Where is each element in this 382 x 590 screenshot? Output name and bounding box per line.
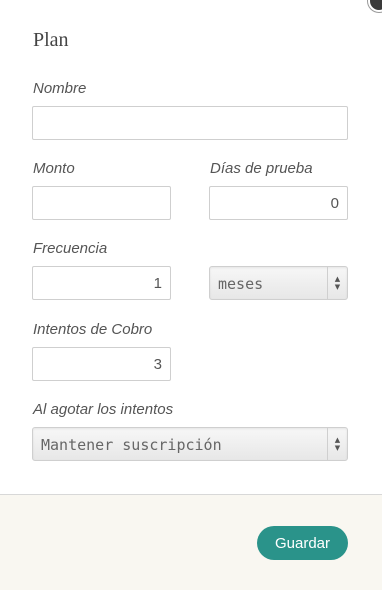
al-agotar-label: Al agotar los intentos	[33, 401, 174, 418]
al-agotar-value: Mantener suscripción	[41, 436, 222, 454]
frecuencia-input[interactable]	[32, 266, 171, 300]
nombre-input[interactable]	[32, 106, 348, 140]
save-button[interactable]: Guardar	[257, 526, 348, 560]
nombre-label: Nombre	[33, 80, 87, 97]
monto-label: Monto	[33, 160, 75, 177]
modal-title: Plan	[33, 29, 69, 51]
plan-modal: Plan Nombre Monto Días de prueba Frecuen…	[0, 0, 382, 590]
modal-footer: Guardar	[0, 494, 382, 590]
updown-arrows-icon: ▲ ▼	[327, 267, 347, 299]
dias-prueba-label: Días de prueba	[210, 160, 313, 177]
updown-arrows-icon: ▲ ▼	[327, 428, 347, 460]
dias-prueba-input[interactable]	[209, 186, 348, 220]
al-agotar-select[interactable]: Mantener suscripción ▲ ▼	[32, 427, 348, 461]
intentos-label: Intentos de Cobro	[33, 321, 153, 338]
frecuencia-label: Frecuencia	[33, 240, 108, 257]
intentos-input[interactable]	[32, 347, 171, 381]
monto-input[interactable]	[32, 186, 171, 220]
close-icon[interactable]	[368, 0, 382, 12]
frecuencia-unit-select[interactable]: meses ▲ ▼	[209, 266, 348, 300]
frecuencia-unit-value: meses	[218, 275, 264, 293]
